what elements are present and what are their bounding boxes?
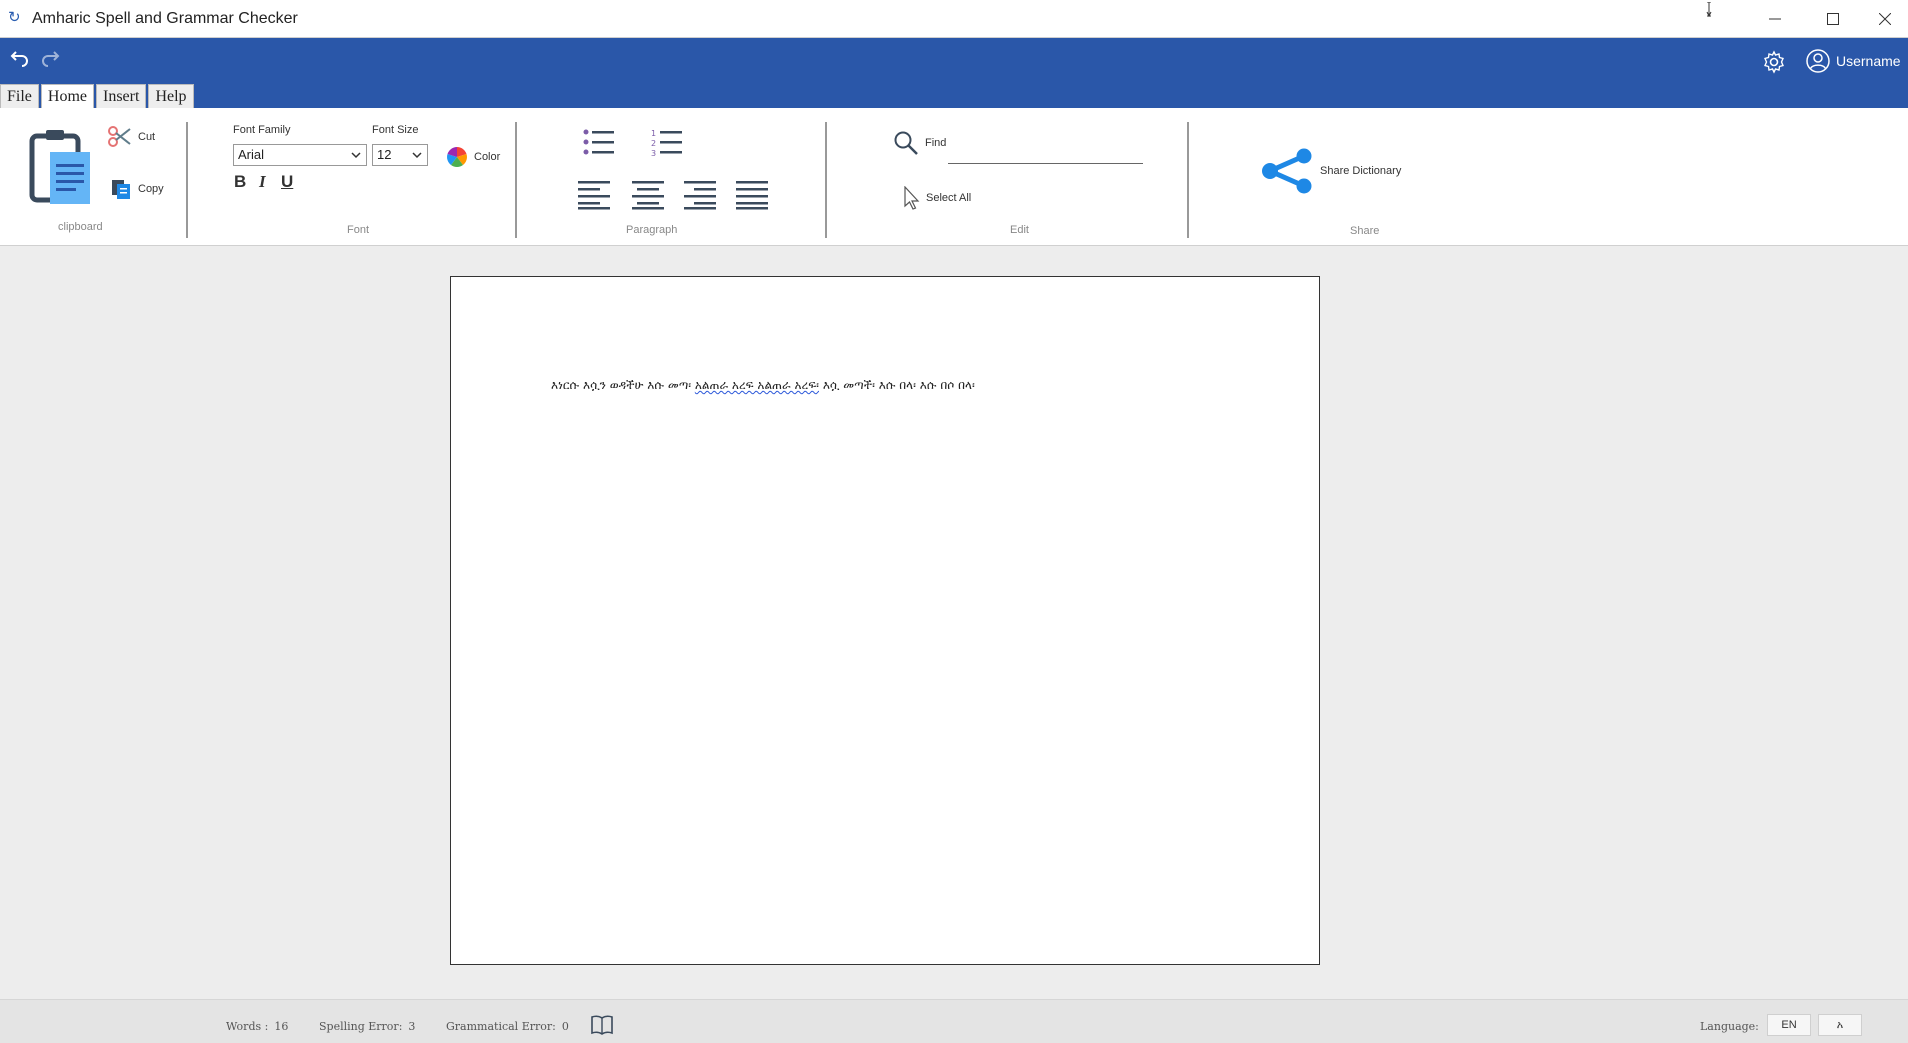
chevron-down-icon: [351, 152, 361, 159]
font-color-button[interactable]: Color: [446, 146, 500, 168]
tab-home[interactable]: Home: [40, 84, 94, 109]
language-label: Language:: [1700, 1020, 1759, 1033]
words-label: Words :: [226, 1020, 269, 1033]
menu-tabs: File Home Insert Help: [0, 84, 196, 109]
share-icon: [1262, 148, 1312, 194]
clipboard-group-label: clipboard: [58, 221, 103, 233]
align-right-icon[interactable]: [684, 180, 716, 210]
status-bar: Words : 16 Spelling Error: 3 Grammatical E…: [0, 999, 1908, 1043]
find-button[interactable]: Find: [893, 130, 946, 156]
document-page[interactable]: እነርሱ እሷን ወዳችሁ እሱ መጣ፡ አልጠራ አረፍ አልጠራ አረፍ፡ …: [450, 276, 1320, 965]
share-dictionary-button[interactable]: Share Dictionary: [1260, 148, 1401, 194]
font-family-select[interactable]: Arial: [233, 144, 367, 166]
font-size-select[interactable]: 12: [372, 144, 428, 166]
font-size-label: Font Size: [372, 124, 419, 136]
window-title: Amharic Spell and Grammar Checker: [32, 10, 298, 27]
grammar-label: Grammatical Error:: [446, 1020, 556, 1033]
maximize-button[interactable]: [1804, 0, 1862, 38]
ribbon-separator: [1187, 122, 1189, 238]
tab-help[interactable]: Help: [148, 84, 194, 108]
text-segment: እነርሱ እሷን ወዳችሁ እሱ መጣ፡: [551, 378, 695, 392]
select-all-button[interactable]: Select All: [904, 186, 971, 210]
title-bar: ↻ Amharic Spell and Grammar Checker: [0, 0, 1908, 38]
search-icon: [894, 131, 918, 155]
close-icon: [1879, 13, 1891, 25]
align-center-icon[interactable]: [632, 180, 664, 210]
language-en-button[interactable]: EN: [1767, 1014, 1811, 1036]
svg-text:3: 3: [651, 149, 656, 158]
chevron-down-icon: [412, 152, 422, 159]
font-family-value: Arial: [238, 147, 265, 162]
pointer-cursor-icon: [904, 186, 920, 210]
cut-label: Cut: [138, 131, 156, 143]
svg-text:1: 1: [651, 129, 656, 138]
dictionary-book-icon[interactable]: [590, 1014, 614, 1036]
mouse-cursor-icon: [1706, 2, 1712, 18]
find-input[interactable]: [948, 163, 1143, 164]
share-dictionary-label: Share Dictionary: [1320, 165, 1402, 177]
username-label: Username: [1836, 53, 1901, 69]
tab-insert[interactable]: Insert: [96, 84, 147, 108]
word-count: Words : 16: [226, 1020, 288, 1033]
bullet-list-icon[interactable]: [582, 128, 614, 158]
grammar-value: 0: [561, 1020, 569, 1033]
align-left-icon[interactable]: [578, 180, 610, 210]
language-amharic-button[interactable]: አ: [1818, 1014, 1862, 1036]
minimize-button[interactable]: [1746, 0, 1804, 38]
bold-button[interactable]: B: [234, 172, 246, 192]
quick-access-bar: Username: [0, 38, 1908, 108]
amharic-logo-icon: ↻: [8, 9, 21, 26]
color-wheel-icon: [447, 147, 467, 167]
text-segment: እሷ መጣች፡ እሱ በላ፡ እሱ በሶ በላ፡: [819, 378, 975, 392]
spelling-error-text[interactable]: አልጠራ አረፍ አልጠራ አረፍ፡: [695, 378, 819, 392]
ribbon-separator: [515, 122, 517, 238]
share-group-label: Share: [1350, 225, 1380, 237]
ribbon-home: Cut Copy clipboard Font Family Font Size…: [0, 108, 1908, 246]
select-all-label: Select All: [926, 192, 972, 204]
scissors-icon: [108, 126, 131, 147]
font-size-value: 12: [377, 147, 392, 162]
paste-button[interactable]: [28, 126, 96, 212]
user-account-button[interactable]: Username: [1806, 49, 1901, 73]
spelling-value: 3: [408, 1020, 416, 1033]
user-avatar-icon: [1806, 49, 1830, 73]
spelling-label: Spelling Error:: [319, 1020, 403, 1033]
grammar-error-count: Grammatical Error: 0: [446, 1020, 569, 1033]
ribbon-separator: [825, 122, 827, 238]
align-justify-icon[interactable]: [736, 180, 768, 210]
edit-group-label: Edit: [1010, 224, 1029, 236]
redo-icon[interactable]: [40, 47, 60, 67]
maximize-icon: [1827, 13, 1839, 25]
document-text[interactable]: እነርሱ እሷን ወዳችሁ እሱ መጣ፡ አልጠራ አረፍ አልጠራ አረፍ፡ …: [551, 378, 975, 393]
svg-text:2: 2: [651, 139, 656, 148]
paragraph-group-label: Paragraph: [626, 224, 678, 236]
undo-icon[interactable]: [10, 47, 30, 67]
color-label: Color: [474, 151, 501, 163]
close-button[interactable]: [1862, 0, 1908, 38]
copy-icon: [112, 180, 130, 199]
font-family-label: Font Family: [233, 124, 291, 136]
settings-gear-icon[interactable]: [1762, 50, 1786, 74]
italic-button[interactable]: I: [259, 172, 266, 192]
numbered-list-icon[interactable]: 1 2 3: [650, 128, 682, 160]
spelling-error-count: Spelling Error: 3: [319, 1020, 415, 1033]
minimize-icon: [1769, 18, 1781, 20]
cut-button[interactable]: Cut: [108, 126, 155, 148]
find-label: Find: [925, 137, 947, 149]
copy-button[interactable]: Copy: [110, 178, 164, 200]
paste-clipboard-icon: [29, 130, 90, 204]
ribbon-separator: [186, 122, 188, 238]
tab-file[interactable]: File: [0, 84, 39, 108]
words-value: 16: [274, 1020, 289, 1033]
underline-button[interactable]: U: [281, 172, 293, 192]
copy-label: Copy: [138, 183, 164, 195]
font-group-label: Font: [347, 224, 370, 236]
